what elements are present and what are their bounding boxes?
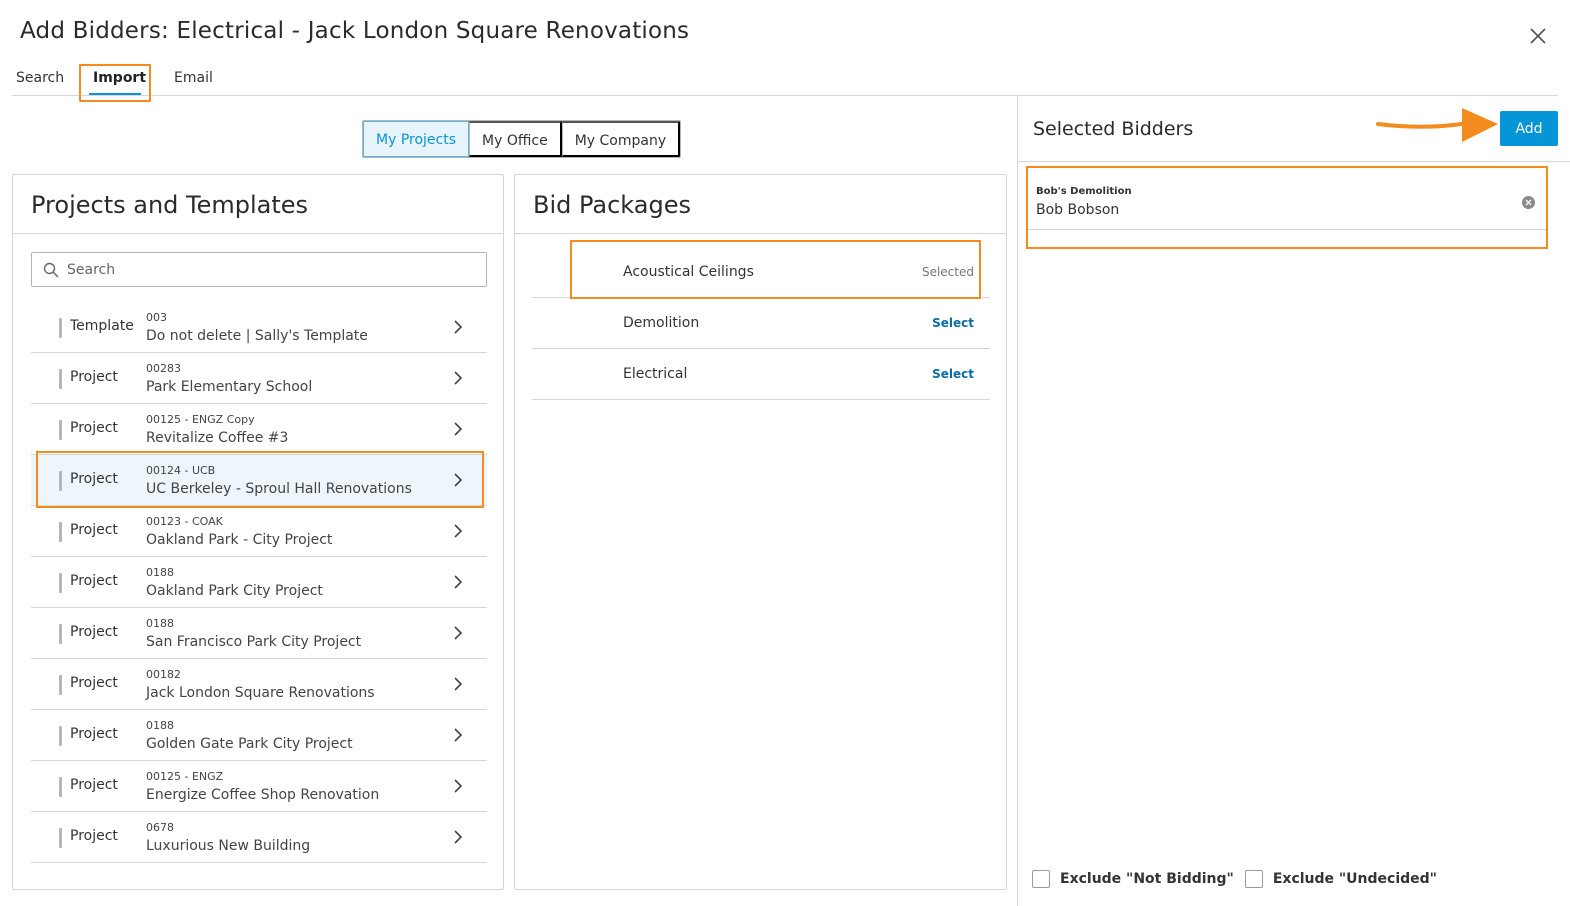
chevron-right-icon[interactable] — [451, 369, 465, 387]
exclude-undecided-checkbox[interactable] — [1244, 870, 1263, 888]
bid-packages-title: Bid Packages — [515, 175, 1006, 234]
project-number: 00125 - ENGZ — [146, 770, 224, 783]
exclude-not-bidding-label: Exclude "Not Bidding" — [1060, 871, 1234, 887]
project-row-bar — [59, 828, 62, 848]
exclude-undecided-label: Exclude "Undecided" — [1272, 871, 1437, 887]
project-name: Revitalize Coffee #3 — [146, 430, 289, 446]
project-name: Park Elementary School — [146, 379, 313, 395]
project-row[interactable]: Project 00123 - COAK Oakland Park - City P… — [31, 506, 487, 557]
projects-panel: Projects and Templates Template 003 Do not… — [12, 174, 504, 890]
bid-package-row: Demolition Select — [532, 298, 990, 349]
project-row[interactable]: Project 0188 Oakland Park City Project — [31, 557, 487, 608]
project-row[interactable]: Project 00125 - ENGZ Copy Revitalize Coffe… — [31, 404, 487, 455]
selected-bidders-title: Selected Bidders — [1033, 118, 1194, 140]
project-type: Project — [70, 828, 118, 844]
project-row[interactable]: Project 00283 Park Elementary School — [31, 353, 487, 404]
close-icon — [1530, 28, 1546, 44]
project-row-bar — [59, 777, 62, 797]
my-projects-button[interactable]: My Projects — [363, 121, 470, 157]
project-name: Golden Gate Park City Project — [146, 736, 353, 752]
import-tab-highlight — [79, 64, 151, 102]
chevron-right-icon[interactable] — [451, 522, 465, 540]
project-row[interactable]: Template 003 Do not delete | Sally's Templ… — [31, 302, 487, 353]
project-type: Project — [70, 369, 118, 385]
my-company-button[interactable]: My Company — [561, 121, 681, 157]
project-row-bar — [59, 420, 62, 440]
chevron-right-icon[interactable] — [451, 828, 465, 846]
search-icon — [43, 262, 59, 277]
project-number: 00182 — [146, 668, 181, 681]
project-name: Oakland Park City Project — [146, 583, 323, 599]
project-number: 00123 - COAK — [146, 515, 223, 528]
chevron-right-icon[interactable] — [451, 777, 465, 795]
project-name: Luxurious New Building — [146, 838, 311, 854]
project-row-bar — [59, 624, 62, 644]
bid-package-select-link[interactable]: Select — [932, 316, 974, 330]
bid-package-name: Electrical — [623, 366, 688, 382]
chevron-right-icon[interactable] — [451, 726, 465, 744]
project-type: Project — [70, 726, 118, 742]
bid-package-row: Electrical Select — [532, 349, 990, 400]
exclude-options: Exclude "Not Bidding" Exclude "Undecided… — [1032, 870, 1448, 888]
project-type: Project — [70, 522, 118, 538]
project-number: 0678 — [146, 821, 174, 834]
project-type: Project — [70, 573, 118, 589]
project-row[interactable]: Project 00182 Jack London Square Renovatio… — [31, 659, 487, 710]
exclude-not-bidding-checkbox[interactable] — [1032, 870, 1050, 888]
project-name: San Francisco Park City Project — [146, 634, 362, 650]
project-row-bar — [59, 573, 62, 593]
project-name: Do not delete | Sally's Template — [146, 328, 368, 344]
project-name: Oakland Park - City Project — [146, 532, 333, 548]
chevron-right-icon[interactable] — [451, 624, 465, 642]
chevron-right-icon[interactable] — [451, 573, 465, 591]
project-type: Project — [70, 420, 118, 436]
selected-project-highlight — [36, 451, 484, 508]
project-row-bar — [59, 726, 62, 746]
project-type: Project — [70, 675, 118, 691]
project-number: 0188 — [146, 719, 174, 732]
add-button[interactable]: Add — [1500, 111, 1558, 146]
chevron-right-icon[interactable] — [451, 675, 465, 693]
project-row[interactable]: Project 00125 - ENGZ Energize Coffee Shop … — [31, 761, 487, 812]
tab-search[interactable]: Search — [16, 70, 64, 86]
selected-bidder-highlight — [1026, 166, 1548, 249]
panel-divider — [1017, 96, 1018, 906]
my-office-button[interactable]: My Office — [469, 121, 562, 157]
project-number: 0188 — [146, 566, 174, 579]
arrow-annotation-icon — [1376, 108, 1498, 142]
selected-bid-package-highlight — [570, 240, 981, 299]
project-type: Project — [70, 624, 118, 640]
project-row-bar — [59, 522, 62, 542]
close-button[interactable] — [1526, 24, 1550, 48]
tab-bar: Search Import Email — [12, 62, 1558, 96]
project-list: Template 003 Do not delete | Sally's Templ… — [31, 302, 487, 863]
chevron-right-icon[interactable] — [451, 420, 465, 438]
project-number: 0188 — [146, 617, 174, 630]
project-type: Template — [70, 318, 134, 334]
projects-panel-title: Projects and Templates — [13, 175, 503, 234]
bid-package-name: Demolition — [623, 315, 700, 331]
project-name: Jack London Square Renovations — [146, 685, 375, 701]
tab-email[interactable]: Email — [174, 70, 213, 86]
project-type: Project — [70, 777, 118, 793]
project-row-bar — [59, 369, 62, 389]
project-search-box[interactable] — [31, 252, 487, 287]
project-number: 003 — [146, 311, 167, 324]
bid-package-select-link[interactable]: Select — [932, 367, 974, 381]
project-name: Energize Coffee Shop Renovation — [146, 787, 380, 803]
project-row[interactable]: Project 0678 Luxurious New Building — [31, 812, 487, 863]
project-row[interactable]: Project 0188 San Francisco Park City Proje… — [31, 608, 487, 659]
project-number: 00125 - ENGZ Copy — [146, 413, 255, 426]
project-row[interactable]: Project 0188 Golden Gate Park City Project — [31, 710, 487, 761]
scope-segmented-control: My Projects My Office My Company — [362, 120, 682, 158]
dialog-title: Add Bidders: Electrical - Jack London Sq… — [20, 18, 690, 44]
project-row-bar — [59, 318, 62, 338]
project-number: 00283 — [146, 362, 181, 375]
project-row-bar — [59, 675, 62, 695]
project-search-input[interactable] — [67, 254, 467, 285]
chevron-right-icon[interactable] — [451, 318, 465, 336]
